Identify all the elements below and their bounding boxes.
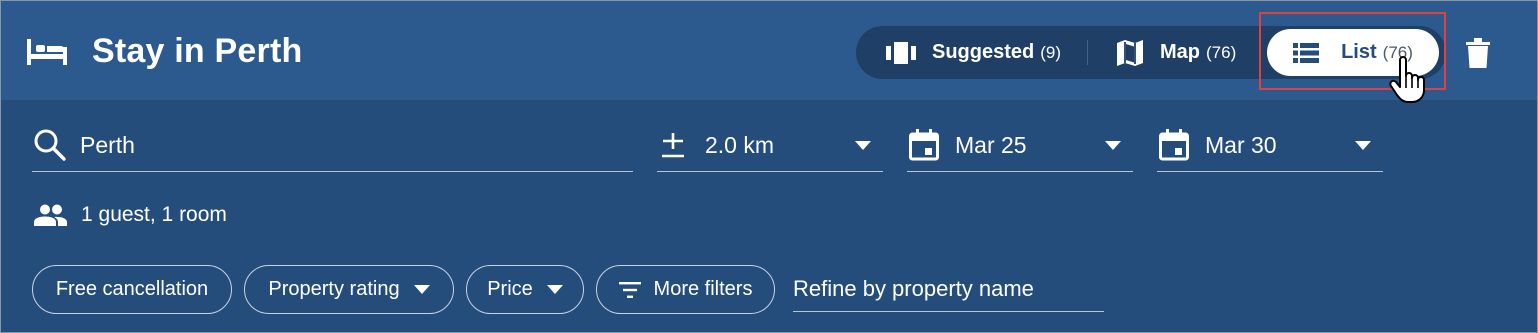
header-bar: Stay in Perth Suggested (9) Map (76) Lis… (1, 1, 1537, 103)
page-title: Stay in Perth (92, 32, 303, 70)
guests-rooms-selector[interactable]: 1 guest, 1 room (34, 200, 227, 230)
more-filters-label: More filters (653, 278, 753, 300)
carousel-icon (886, 41, 916, 64)
suggested-view-button[interactable]: Suggested (9) (886, 26, 1061, 79)
refine-placeholder: Refine by property name (793, 276, 1034, 301)
trash-icon[interactable] (1466, 38, 1490, 68)
price-chip[interactable]: Price (466, 265, 584, 314)
radius-value: 2.0 km (705, 131, 775, 158)
more-filters-chip[interactable]: More filters (596, 265, 775, 314)
guests-value: 1 guest, 1 room (81, 203, 227, 226)
refine-property-name-input[interactable]: Refine by property name (793, 267, 1104, 312)
check-in-value: Mar 25 (955, 131, 1027, 158)
check-in-date-field[interactable]: Mar 25 (907, 119, 1133, 172)
property-rating-label: Property rating (268, 278, 400, 300)
check-out-date-field[interactable]: Mar 30 (1157, 119, 1383, 172)
location-search-field[interactable]: Perth (32, 119, 633, 172)
map-count: (76) (1206, 42, 1237, 62)
check-out-value: Mar 30 (1205, 131, 1277, 158)
price-label: Price (487, 278, 533, 300)
property-rating-chip[interactable]: Property rating (244, 265, 454, 314)
search-icon (34, 129, 66, 161)
people-icon (34, 204, 67, 226)
chevron-down-icon (413, 285, 430, 294)
free-cancellation-label: Free cancellation (55, 278, 209, 300)
chevron-down-icon (546, 285, 563, 294)
chevron-down-icon (855, 141, 871, 150)
radius-select[interactable]: 2.0 km (657, 119, 883, 172)
toggle-divider (1087, 40, 1088, 65)
free-cancellation-chip[interactable]: Free cancellation (32, 265, 232, 314)
plus-minus-icon (662, 133, 684, 158)
suggested-count: (9) (1040, 42, 1062, 62)
calendar-icon (1159, 129, 1189, 161)
suggested-label: Suggested (932, 41, 1035, 63)
map-icon (1117, 39, 1143, 66)
chevron-down-icon (1355, 141, 1371, 150)
hotel-search-panel: Stay in Perth Suggested (9) Map (76) Lis… (0, 0, 1538, 333)
map-view-button[interactable]: Map (76) (1116, 26, 1236, 79)
map-label: Map (1160, 41, 1200, 63)
chevron-down-icon (1105, 141, 1121, 150)
calendar-icon (909, 129, 939, 161)
location-value: Perth (80, 131, 135, 158)
filter-lines-icon (618, 281, 641, 298)
hotel-bed-icon (27, 39, 67, 65)
hand-cursor-icon (1389, 56, 1425, 103)
